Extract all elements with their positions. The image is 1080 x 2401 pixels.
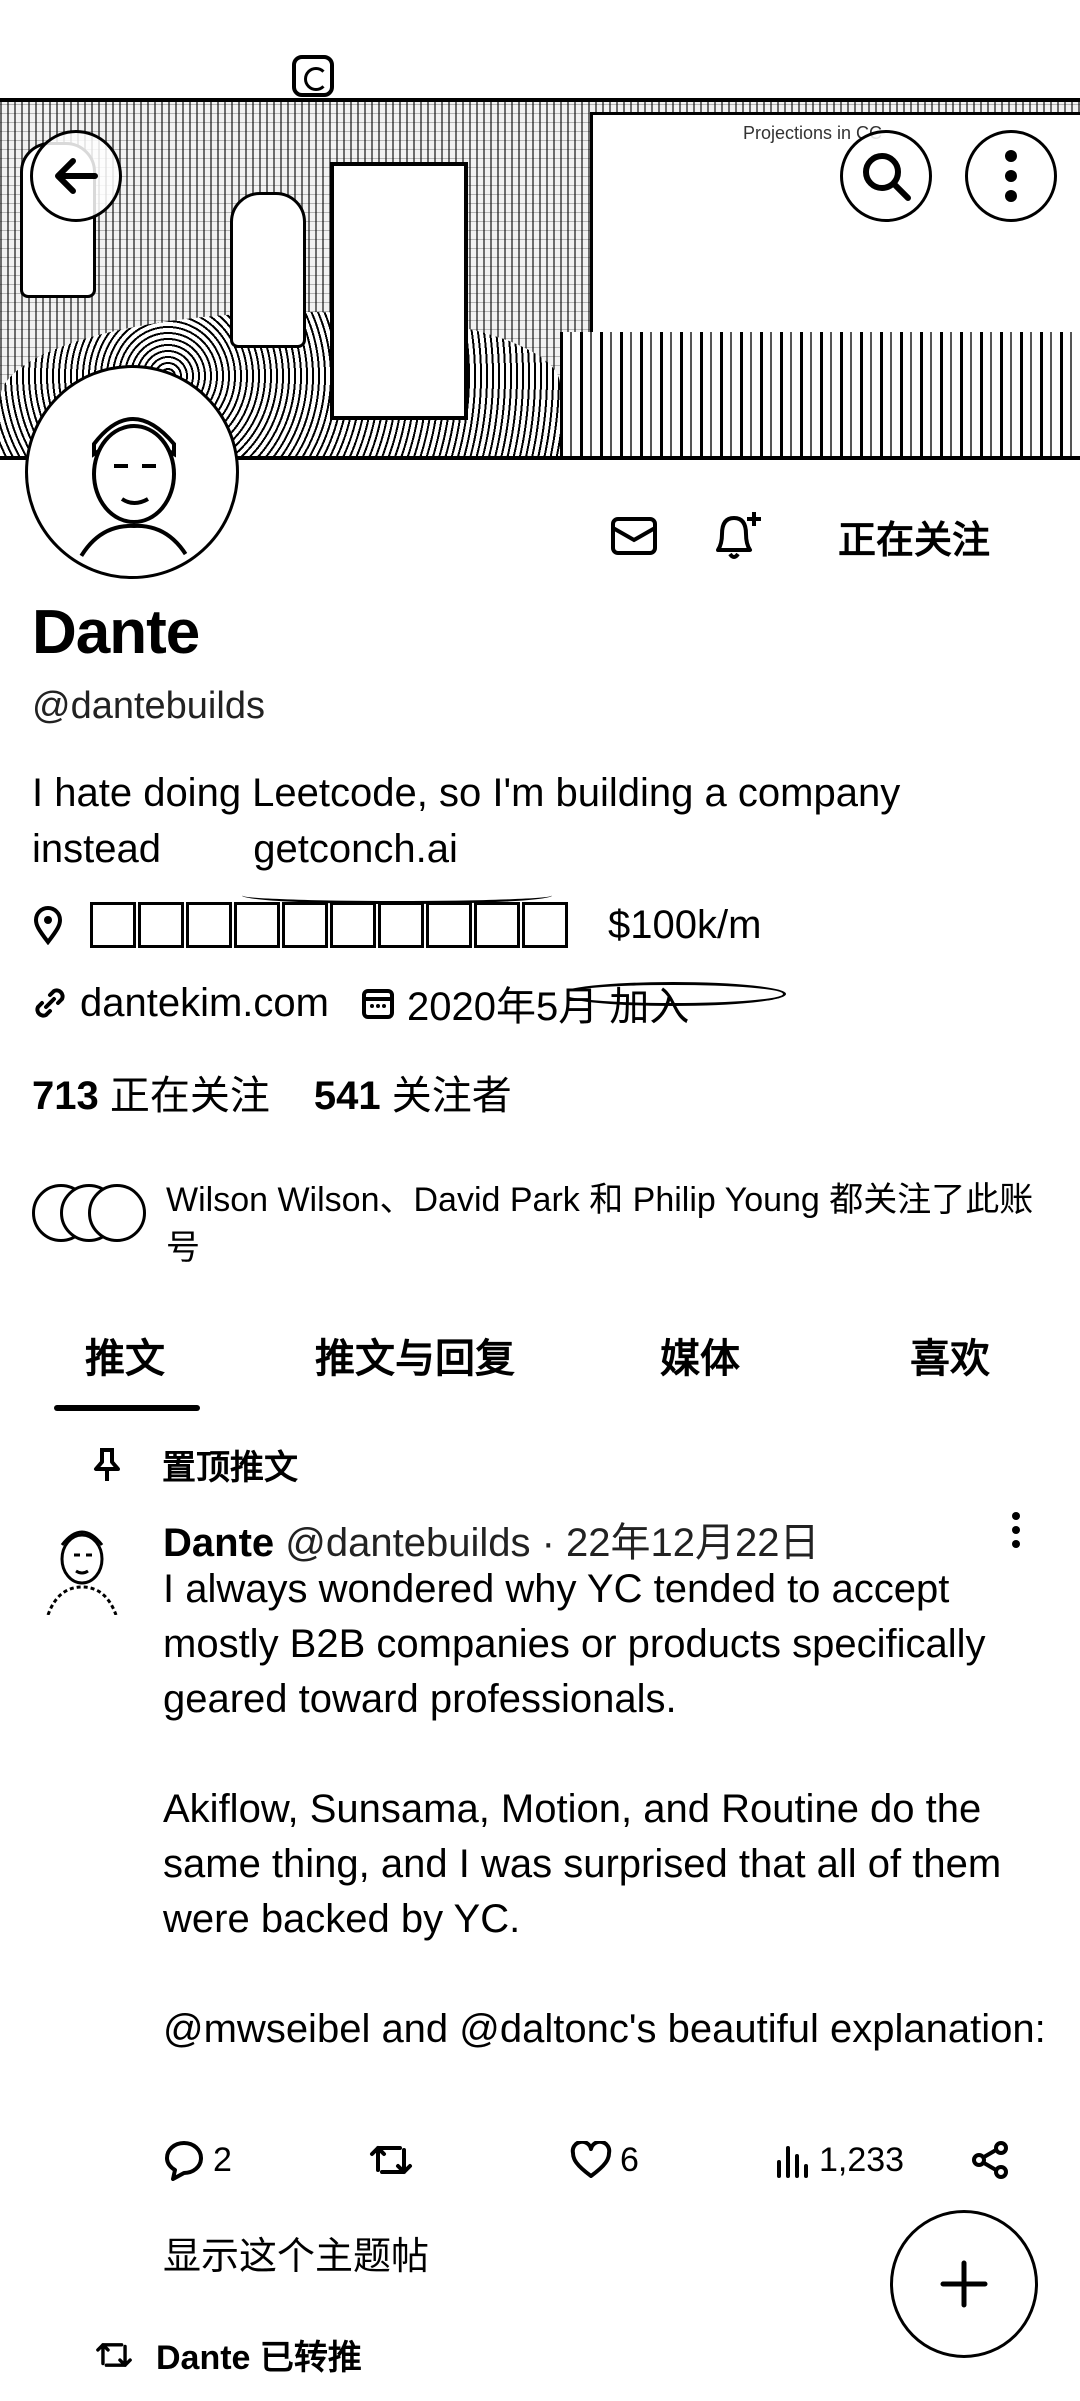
retweeted-by-label: Dante 已转推 [156, 2339, 362, 2377]
show-thread-link[interactable]: 显示这个主题帖 [163, 2225, 429, 2280]
back-icon[interactable] [30, 130, 122, 222]
retweet-small-icon [96, 2342, 132, 2367]
following-button[interactable]: 正在关注 [808, 505, 1020, 567]
profile-name: Dante [32, 598, 200, 667]
tweet-header: Dante @dantebuilds · 22年12月22日 [163, 1510, 820, 1568]
link-icon [35, 988, 65, 1018]
followed-by-row[interactable]: Wilson Wilson、David Park 和 Philip Young … [32, 1176, 1066, 1272]
location-income-text: $100k/m [608, 902, 762, 947]
views-chart-icon [777, 2146, 808, 2178]
pinned-label: 置顶推文 [162, 1449, 298, 1487]
calendar-icon [361, 989, 394, 1019]
following-count-link[interactable]: 713 正在关注 [32, 1063, 270, 1121]
tab-likes[interactable]: 喜欢 [820, 1310, 1080, 1400]
followers-you-know-avatars [32, 1184, 146, 1248]
bio-line-1: I hate doing Leetcode, so I'm building a… [32, 771, 901, 815]
tab-media[interactable]: 媒体 [580, 1310, 820, 1400]
website-link[interactable]: dantekim.com [80, 981, 329, 1026]
pinned-label-row: 置顶推文 [92, 1440, 298, 1489]
tweet-paragraph: Akiflow, Sunsama, Motion, and Routine do… [163, 1787, 1002, 1941]
bio-line-2-prefix: instead [32, 827, 161, 871]
followers-count-link[interactable]: 541 关注者 [314, 1063, 512, 1121]
retweeted-by-row: Dante 已转推 [94, 2330, 362, 2379]
tweet-paragraph: @mwseibel and @daltonc's beautiful expla… [163, 2007, 1046, 2051]
like-button[interactable]: 6 [570, 2130, 639, 2190]
more-vertical-icon[interactable] [965, 130, 1057, 222]
pin-icon [94, 1447, 120, 1481]
retweet-button[interactable] [368, 2130, 414, 2190]
tweet-paragraph: I always wondered why YC tended to accep… [163, 1567, 986, 1721]
joined-scribble-mark [560, 982, 786, 1006]
compose-tweet-button[interactable] [890, 2210, 1038, 2358]
tweet-author-name[interactable]: Dante [163, 1521, 274, 1565]
plus-icon [940, 2260, 988, 2308]
tweet-author-handle[interactable]: @dantebuilds [285, 1521, 530, 1565]
bio-link[interactable]: getconch.ai [253, 827, 458, 871]
tweet-author-avatar[interactable] [38, 1515, 126, 1616]
notification-bell-plus-icon[interactable] [706, 506, 766, 566]
profile-bio: I hate doing Leetcode, so I'm building a… [32, 765, 1042, 877]
reply-icon [165, 2141, 203, 2181]
location-pin-icon [33, 906, 63, 945]
share-button[interactable] [971, 2130, 1011, 2190]
search-icon[interactable] [840, 130, 932, 222]
heart-icon [570, 2141, 612, 2178]
reply-button[interactable]: 2 [163, 2130, 232, 2190]
profile-tabs: 推文 推文与回复 媒体 喜欢 [0, 1310, 1080, 1400]
tweet-more-icon[interactable] [1010, 1510, 1022, 1561]
tab-tweets[interactable]: 推文 [0, 1310, 250, 1400]
tab-tweets-and-replies[interactable]: 推文与回复 [250, 1310, 580, 1400]
location-obscured [90, 902, 568, 948]
reply-count: 2 [213, 2140, 232, 2179]
profile-avatar[interactable] [28, 368, 236, 576]
profile-handle: @dantebuilds [32, 685, 265, 727]
follow-counts: 713 正在关注 541 关注者 [32, 1063, 512, 1121]
website-joined-row: dantekim.com 2020年5月 加入 [32, 974, 689, 1032]
share-icon [972, 2141, 1008, 2179]
location-row: $100k/m [32, 902, 761, 948]
tweet-body[interactable]: I always wondered why YC tended to accep… [163, 1562, 1063, 2112]
active-tab-indicator [54, 1405, 200, 1411]
views-button[interactable]: 1,233 [775, 2130, 904, 2190]
tweet-actions: 2 6 1,233 [163, 2130, 1043, 2190]
status-bar-app-icon [292, 55, 334, 97]
message-icon[interactable] [604, 506, 664, 566]
retweet-icon [370, 2146, 412, 2174]
like-count: 6 [620, 2140, 639, 2179]
views-count: 1,233 [819, 2140, 905, 2179]
followed-by-text: Wilson Wilson、David Park 和 Philip Young … [166, 1181, 1034, 1267]
tweet-date: · 22年12月22日 [541, 1521, 820, 1565]
